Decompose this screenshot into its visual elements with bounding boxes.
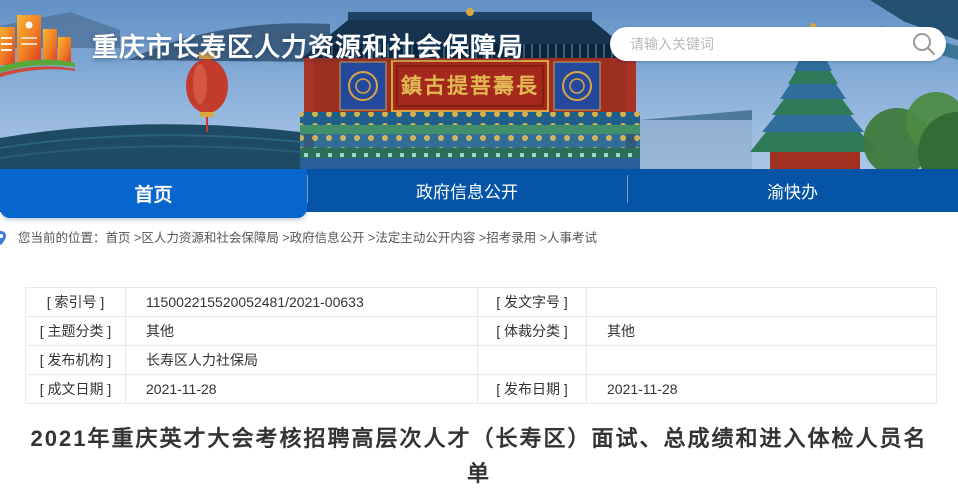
breadcrumb-separator: > (536, 231, 547, 245)
meta-value-publisher: 长寿区人力社保局 (126, 346, 478, 375)
search-input[interactable] (610, 27, 946, 61)
meta-label-publish-date: [ 发布日期 ] (478, 375, 587, 404)
meta-label-publisher: [ 发布机构 ] (26, 346, 126, 375)
plaque-text: 鎮古提菩壽長 (401, 73, 539, 98)
nav-tab-gov-info[interactable]: 政府信息公开 (307, 169, 627, 212)
meta-value-empty (587, 346, 937, 375)
location-icon (0, 230, 9, 246)
nav-tab-home-label: 首页 (134, 180, 172, 207)
page: 鎮古提菩壽長 (0, 0, 958, 495)
meta-label-subject-category: [ 主题分类 ] (26, 317, 126, 346)
table-row: [ 主题分类 ] 其他 [ 体裁分类 ] 其他 (26, 317, 937, 346)
main-nav: 首页 政府信息公开 渝快办 (0, 169, 958, 212)
breadcrumb-link-recruitment[interactable]: 招考录用 (486, 231, 536, 245)
breadcrumb-link-home[interactable]: 首页 (106, 231, 131, 245)
meta-value-index-number: 115002215520052481/2021-00633 (126, 288, 478, 317)
meta-value-publish-date: 2021-11-28 (587, 375, 937, 404)
logo-buildings-icon (0, 15, 75, 77)
breadcrumb-link-gov-info[interactable]: 政府信息公开 (290, 231, 365, 245)
meta-value-doc-number (587, 288, 937, 317)
nav-tab-yukuaiban-label: 渝快办 (767, 178, 818, 203)
breadcrumb-separator: > (365, 231, 376, 245)
meta-value-written-date: 2021-11-28 (126, 375, 478, 404)
article-title: 2021年重庆英才大会考核招聘高层次人才（长寿区）面试、总成绩和进入体检人员名单 (23, 421, 935, 491)
meta-table: [ 索引号 ] 115002215520052481/2021-00633 [ … (25, 287, 937, 404)
nav-tab-yukuaiban[interactable]: 渝快办 (627, 169, 958, 212)
search-button[interactable] (911, 31, 937, 57)
meta-label-genre-category: [ 体裁分类 ] (478, 317, 587, 346)
site-title: 重庆市长寿区人力资源和社会保障局 (92, 27, 524, 64)
breadcrumb-link-bureau[interactable]: 区人力资源和社会保障局 (141, 231, 279, 245)
breadcrumb-link-exam[interactable]: 人事考试 (547, 231, 597, 245)
site-header: 鎮古提菩壽長 (0, 0, 958, 169)
banner-photo: 鎮古提菩壽長 (0, 0, 958, 169)
breadcrumb-separator: > (475, 231, 486, 245)
meta-label-written-date: [ 成文日期 ] (26, 375, 126, 404)
nav-tab-home[interactable]: 首页 (0, 169, 307, 218)
meta-value-genre-category: 其他 (587, 317, 937, 346)
breadcrumb-separator: > (279, 231, 290, 245)
table-row: [ 索引号 ] 115002215520052481/2021-00633 [ … (26, 288, 937, 317)
table-row: [ 发布机构 ] 长寿区人力社保局 (26, 346, 937, 375)
breadcrumb-link-disclosure[interactable]: 法定主动公开内容 (375, 231, 475, 245)
search-icon (911, 31, 937, 57)
breadcrumb: 您当前的位置：首页 >区人力资源和社会保障局 >政府信息公开 >法定主动公开内容… (0, 229, 958, 247)
meta-label-doc-number: [ 发文字号 ] (478, 288, 587, 317)
meta-label-index-number: [ 索引号 ] (26, 288, 126, 317)
meta-value-subject-category: 其他 (126, 317, 478, 346)
site-logo[interactable] (0, 9, 77, 77)
breadcrumb-separator: > (131, 231, 142, 245)
breadcrumb-prefix: 您当前的位置： (18, 231, 106, 245)
table-row: [ 成文日期 ] 2021-11-28 [ 发布日期 ] 2021-11-28 (26, 375, 937, 404)
search-box (610, 27, 946, 61)
meta-label-empty (478, 346, 587, 375)
nav-tab-gov-info-label: 政府信息公开 (416, 178, 518, 203)
